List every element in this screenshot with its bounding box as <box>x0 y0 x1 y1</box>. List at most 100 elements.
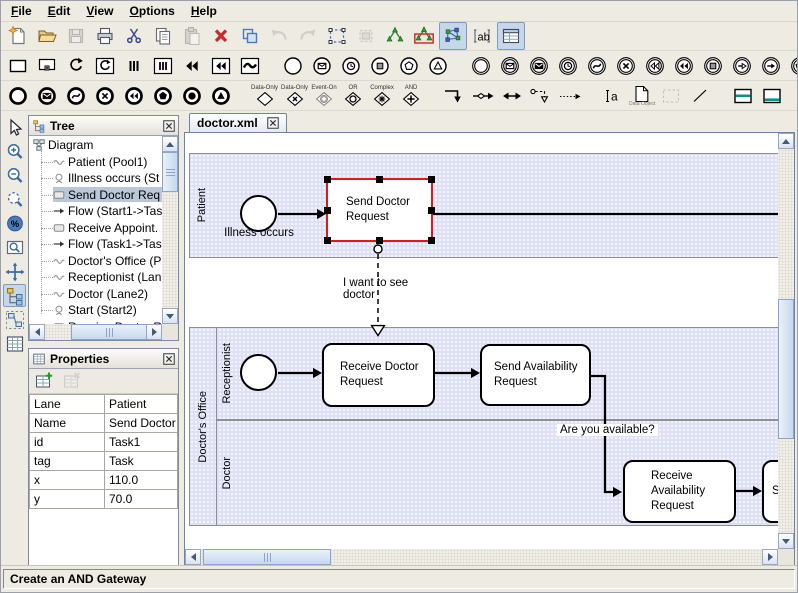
intermediate-multiple-catch-tool[interactable] <box>786 52 798 80</box>
tree-vscroll-thumb[interactable] <box>162 152 178 192</box>
event-gateway-tool[interactable]: Event-On <box>310 82 338 110</box>
end-compensation-event-tool[interactable] <box>120 82 148 110</box>
start-event-start2[interactable] <box>240 354 277 391</box>
tab-doctor-xml[interactable]: doctor.xml <box>189 113 287 132</box>
selection-handle[interactable] <box>428 207 435 214</box>
table-view-toggle[interactable] <box>3 332 26 355</box>
tree-hscroll-thumb[interactable] <box>71 324 147 340</box>
tree-item-7[interactable]: Doctor's Office (P <box>29 253 162 270</box>
tree-layout-boxed-button[interactable] <box>410 22 438 50</box>
duplicate-button[interactable] <box>236 22 264 50</box>
property-value[interactable]: Send Doctor <box>105 414 178 433</box>
tree-item-6[interactable]: Flow (Task1->Tas <box>29 236 162 253</box>
text-annotation-tool[interactable]: a <box>599 82 627 110</box>
loop-tool[interactable] <box>62 52 90 80</box>
tree-scroll-down-button[interactable] <box>162 308 178 324</box>
menu-file[interactable]: File <box>3 3 40 19</box>
or-gateway-tool[interactable]: OR <box>339 82 367 110</box>
xor-gateway-tool[interactable]: Data-Only <box>250 82 279 110</box>
menu-edit[interactable]: Edit <box>40 3 79 19</box>
end-message-event-tool[interactable] <box>33 82 61 110</box>
intermediate-link-catch-tool[interactable] <box>728 52 756 80</box>
tree-panel-close-button[interactable] <box>163 120 175 132</box>
multi-instance-tool[interactable] <box>120 52 148 80</box>
canvas-scroll-up-button[interactable] <box>778 133 794 149</box>
property-value[interactable]: Task <box>105 452 178 471</box>
property-value[interactable]: 70.0 <box>105 490 178 509</box>
tree-scroll-left-button[interactable] <box>29 324 45 340</box>
properties-panel-titlebar[interactable]: Properties <box>29 349 178 369</box>
sequence-flow-tool[interactable] <box>440 82 468 110</box>
multi-instance-task-tool[interactable] <box>149 52 177 80</box>
intermediate-compensation-throw-tool[interactable] <box>670 52 698 80</box>
canvas-hscroll-track[interactable] <box>201 549 762 565</box>
end-cancel-event-tool[interactable] <box>91 82 119 110</box>
copy-button[interactable] <box>149 22 177 50</box>
task-receive-doctor-request[interactable]: Receive Doctor Request <box>322 343 435 407</box>
end-event-tool[interactable] <box>4 82 32 110</box>
menu-view[interactable]: View <box>78 3 121 19</box>
start-event-tool[interactable] <box>279 52 307 80</box>
zoom-region-tool[interactable] <box>3 188 26 211</box>
tree-item-3[interactable]: Send Doctor Req <box>29 187 162 204</box>
intermediate-message-throw-tool[interactable] <box>525 52 553 80</box>
selection-handle[interactable] <box>428 237 435 244</box>
add-property-button[interactable] <box>32 369 56 393</box>
tree-scroll-up-button[interactable] <box>162 136 178 152</box>
open-button[interactable] <box>33 22 61 50</box>
tree-scroll-right-button[interactable] <box>146 324 162 340</box>
end-error-event-tool[interactable] <box>62 82 90 110</box>
loop-task-tool[interactable] <box>91 52 119 80</box>
task-partial-right[interactable]: S <box>762 460 778 523</box>
property-value[interactable]: Patient <box>105 395 178 414</box>
intermediate-event-tool[interactable] <box>467 52 495 80</box>
start-signal-event-tool[interactable] <box>424 52 452 80</box>
selection-handle[interactable] <box>376 237 383 244</box>
tree-item-9[interactable]: Doctor (Lane2) <box>29 286 162 303</box>
tree-root-diagram[interactable]: Diagram <box>29 137 162 154</box>
canvas-vscroll-track[interactable] <box>778 149 794 533</box>
end-signal-event-tool[interactable] <box>207 82 235 110</box>
line-tool[interactable] <box>686 82 714 110</box>
tree-hscroll-track[interactable] <box>45 324 146 340</box>
show-labels-button[interactable]: ab <box>468 22 496 50</box>
complex-gateway-tool[interactable]: Complex <box>368 82 396 110</box>
tree-panel-titlebar[interactable]: Tree <box>29 116 178 136</box>
data-object-tool[interactable]: Data Object <box>628 82 656 110</box>
canvas-vertical-scrollbar[interactable] <box>778 133 794 549</box>
delete-button[interactable] <box>207 22 235 50</box>
pan-tool[interactable] <box>3 260 26 283</box>
intermediate-link-throw-tool[interactable] <box>757 52 785 80</box>
zoom-percent-tool[interactable]: % <box>3 212 26 235</box>
tree-vscroll-track[interactable] <box>162 152 178 308</box>
canvas-hscroll-thumb[interactable] <box>203 549 331 565</box>
selection-handle[interactable] <box>324 237 331 244</box>
menu-help[interactable]: Help <box>183 3 225 19</box>
canvas-scroll-left-button[interactable] <box>185 549 201 565</box>
and-gateway-tool[interactable]: AND <box>397 82 425 110</box>
tree-horizontal-scrollbar[interactable] <box>29 324 162 340</box>
dotted-flow-tool[interactable] <box>556 82 584 110</box>
selection-handle[interactable] <box>376 176 383 183</box>
overview-tool[interactable] <box>3 236 26 259</box>
tree-item-5[interactable]: Receive Appoint. <box>29 220 162 237</box>
tree-item-10[interactable]: Start (Start2) <box>29 302 162 319</box>
selection-handle[interactable] <box>324 207 331 214</box>
diagram-canvas[interactable]: Patient Doctor's Office Receptionist <box>185 133 778 549</box>
select-region-button[interactable] <box>323 22 351 50</box>
intermediate-compensation-catch-tool[interactable] <box>641 52 669 80</box>
end-multiple-event-tool[interactable] <box>149 82 177 110</box>
canvas-scroll-down-button[interactable] <box>778 533 794 549</box>
zoom-in-tool[interactable] <box>3 140 26 163</box>
adhoc-task-tool[interactable] <box>236 52 264 80</box>
tree-layout-button[interactable] <box>381 22 409 50</box>
task-tool[interactable] <box>4 52 32 80</box>
zoom-out-tool[interactable] <box>3 164 26 187</box>
pool-lane-bottom-tool[interactable] <box>758 82 786 110</box>
task-send-availability-request[interactable]: Send Availability Request <box>480 344 591 406</box>
intermediate-cancel-event-tool[interactable] <box>612 52 640 80</box>
compensation-tool[interactable] <box>178 52 206 80</box>
tab-close-button[interactable] <box>267 117 279 129</box>
canvas-vscroll-thumb[interactable] <box>778 299 794 439</box>
tree-item-1[interactable]: Patient (Pool1) <box>29 154 162 171</box>
